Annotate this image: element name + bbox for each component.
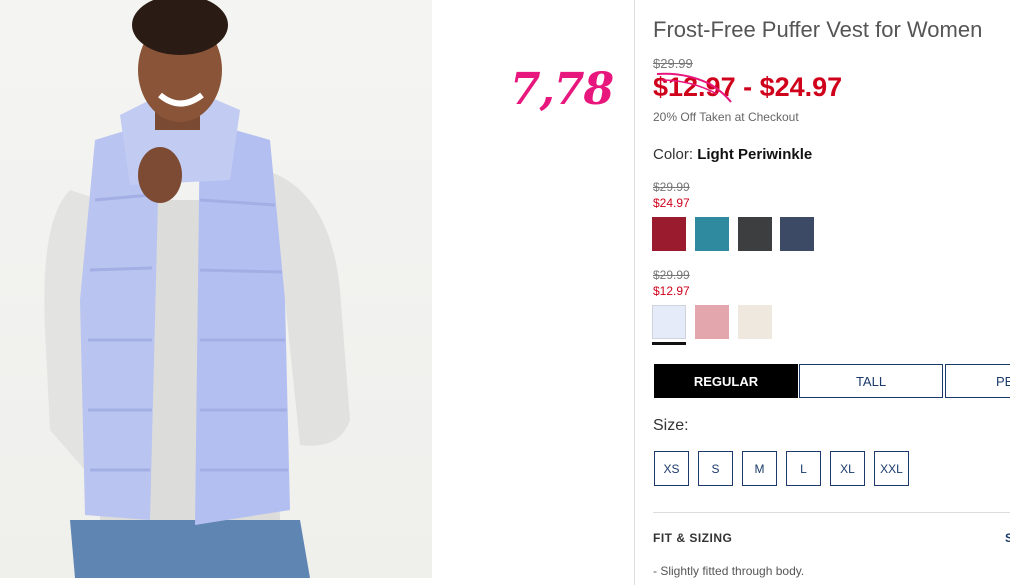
product-image[interactable] xyxy=(0,0,432,578)
size-chart-link[interactable]: S xyxy=(1005,531,1010,545)
size-option-m[interactable]: M xyxy=(742,451,777,486)
group1-sale-price: $24.97 xyxy=(653,196,690,210)
color-selection-label: Color: Light Periwinkle xyxy=(653,146,812,163)
fit-option-tall[interactable]: TALL xyxy=(799,364,943,398)
section-divider xyxy=(653,512,1010,513)
size-option-xs[interactable]: XS xyxy=(654,451,689,486)
swatch-teal[interactable] xyxy=(695,217,729,251)
product-details-panel: Frost-Free Puffer Vest for Women $29.99 … xyxy=(634,0,1010,585)
model-illustration xyxy=(44,0,350,578)
group2-original-price: $29.99 xyxy=(653,268,690,282)
size-option-xl[interactable]: XL xyxy=(830,451,865,486)
group1-original-price: $29.99 xyxy=(653,180,690,194)
swatch-charcoal[interactable] xyxy=(738,217,772,251)
swatch-navy[interactable] xyxy=(780,217,814,251)
group2-sale-price: $12.97 xyxy=(653,284,690,298)
size-option-l[interactable]: L xyxy=(786,451,821,486)
fit-detail-bullet: - Slightly fitted through body. xyxy=(653,564,805,578)
handwritten-annotation: 7,78 xyxy=(510,64,614,115)
selected-swatch-indicator xyxy=(652,342,686,345)
size-option-xxl[interactable]: XXL xyxy=(874,451,909,486)
fit-sizing-heading[interactable]: FIT & SIZING xyxy=(653,531,732,545)
swatch-pink[interactable] xyxy=(695,305,729,339)
swatch-burgundy[interactable] xyxy=(652,217,686,251)
product-title: Frost-Free Puffer Vest for Women xyxy=(653,17,983,42)
checkout-note: 20% Off Taken at Checkout xyxy=(653,110,799,124)
strike-through-mark xyxy=(656,72,732,103)
fit-option-regular[interactable]: REGULAR xyxy=(654,364,798,398)
swatch-light-periwinkle[interactable] xyxy=(652,305,686,339)
size-option-s[interactable]: S xyxy=(698,451,733,486)
color-label: Color: xyxy=(653,146,694,163)
swatch-cream[interactable] xyxy=(738,305,772,339)
selected-color-name: Light Periwinkle xyxy=(697,146,813,163)
fit-option-petite[interactable]: PE xyxy=(945,364,1010,398)
size-label: Size: xyxy=(653,417,689,434)
